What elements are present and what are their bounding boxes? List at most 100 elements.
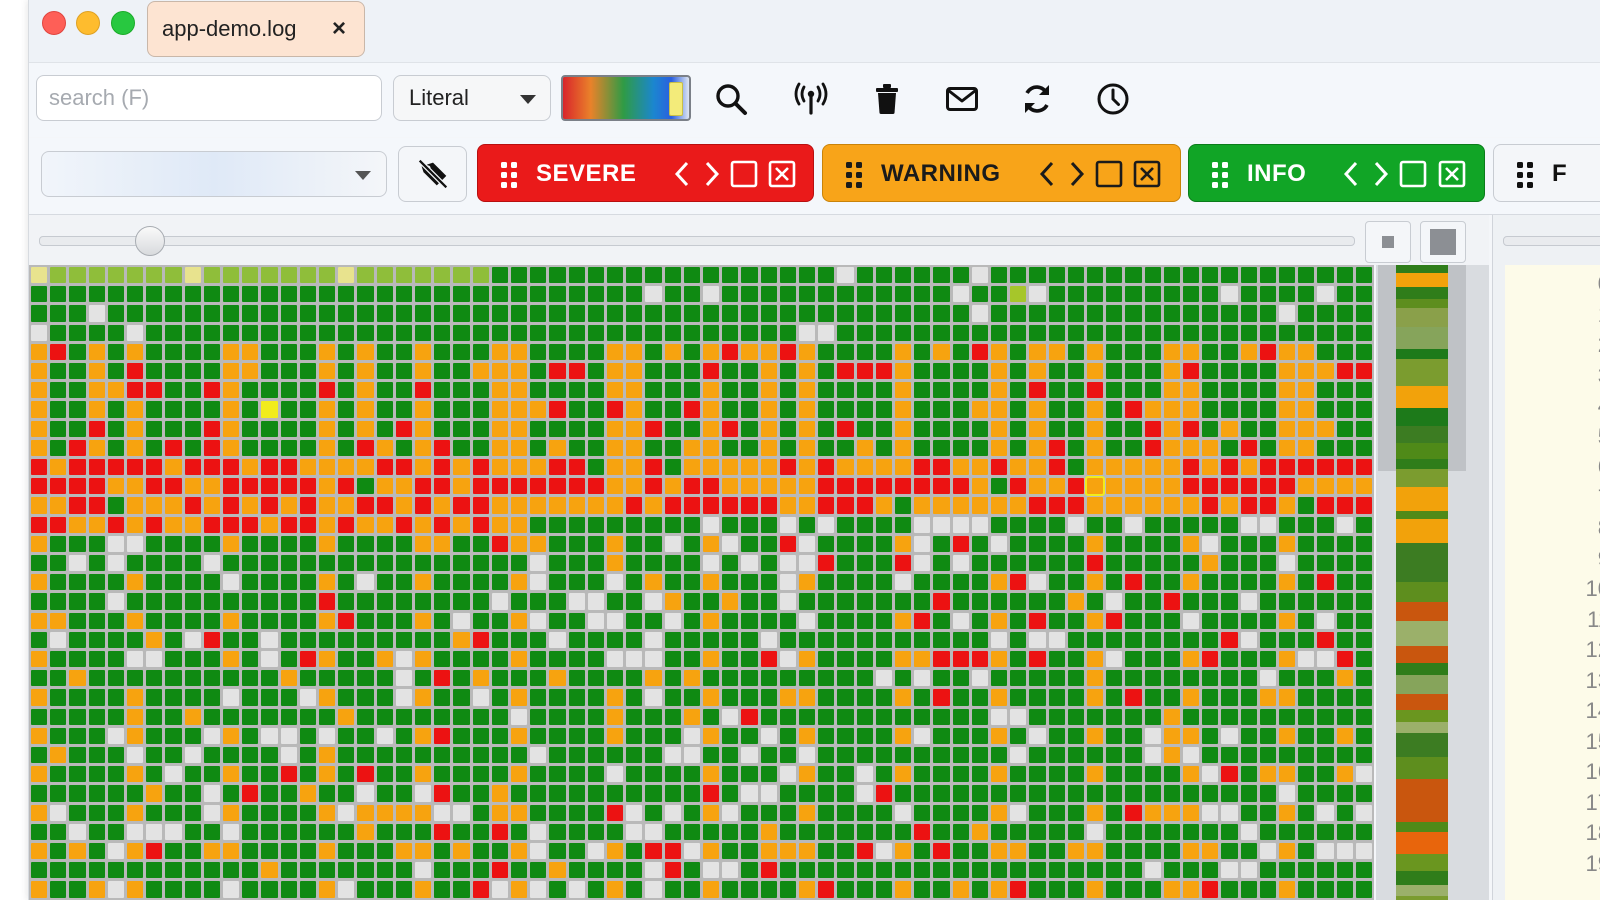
log-cell[interactable] — [856, 823, 873, 840]
log-cell[interactable] — [338, 612, 355, 629]
log-cell[interactable] — [799, 862, 816, 879]
log-cell[interactable] — [1048, 670, 1065, 687]
log-cell[interactable] — [991, 535, 1008, 552]
level-filter-info[interactable]: INFO — [1188, 144, 1485, 202]
log-cell[interactable] — [491, 804, 508, 821]
log-cell[interactable] — [549, 766, 566, 783]
log-cell[interactable] — [203, 516, 220, 533]
log-cell[interactable] — [1202, 459, 1219, 476]
log-cell[interactable] — [107, 651, 124, 668]
log-cell[interactable] — [991, 382, 1008, 399]
log-cell[interactable] — [223, 286, 240, 303]
log-cell[interactable] — [933, 766, 950, 783]
log-cell[interactable] — [530, 804, 547, 821]
log-cell[interactable] — [991, 881, 1008, 898]
log-cell[interactable] — [991, 420, 1008, 437]
log-cell[interactable] — [683, 708, 700, 725]
log-cell[interactable] — [703, 478, 720, 495]
log-cell[interactable] — [933, 747, 950, 764]
log-cell[interactable] — [88, 363, 105, 380]
log-cell[interactable] — [491, 420, 508, 437]
log-cell[interactable] — [69, 420, 86, 437]
log-cell[interactable] — [69, 708, 86, 725]
log-cell[interactable] — [1202, 555, 1219, 572]
log-cell[interactable] — [587, 459, 604, 476]
log-cell[interactable] — [472, 497, 489, 514]
log-cell[interactable] — [856, 420, 873, 437]
log-cell[interactable] — [50, 785, 67, 802]
log-cell[interactable] — [203, 881, 220, 898]
log-cell[interactable] — [69, 343, 86, 360]
log-cell[interactable] — [415, 459, 432, 476]
log-cell[interactable] — [127, 305, 144, 322]
log-cell[interactable] — [568, 766, 585, 783]
log-cell[interactable] — [415, 708, 432, 725]
log-cell[interactable] — [1087, 305, 1104, 322]
log-cell[interactable] — [895, 823, 912, 840]
log-cell[interactable] — [146, 631, 163, 648]
log-cell[interactable] — [511, 324, 528, 341]
log-cell[interactable] — [127, 747, 144, 764]
gradient-handle[interactable] — [669, 82, 683, 116]
log-cell[interactable] — [549, 823, 566, 840]
log-cell[interactable] — [837, 593, 854, 610]
log-cell[interactable] — [645, 727, 662, 744]
log-cell[interactable] — [568, 804, 585, 821]
log-cell[interactable] — [703, 555, 720, 572]
log-cell[interactable] — [895, 766, 912, 783]
log-cell[interactable] — [779, 881, 796, 898]
log-cell[interactable] — [530, 689, 547, 706]
log-cell[interactable] — [568, 651, 585, 668]
log-cell[interactable] — [722, 766, 739, 783]
log-cell[interactable] — [50, 459, 67, 476]
log-cell[interactable] — [146, 382, 163, 399]
log-cell[interactable] — [319, 439, 336, 456]
log-cell[interactable] — [146, 497, 163, 514]
log-cell[interactable] — [88, 612, 105, 629]
log-cell[interactable] — [280, 516, 297, 533]
log-cell[interactable] — [107, 631, 124, 648]
log-cell[interactable] — [971, 555, 988, 572]
log-cell[interactable] — [491, 382, 508, 399]
log-cell[interactable] — [434, 651, 451, 668]
log-cell[interactable] — [69, 785, 86, 802]
log-cell[interactable] — [223, 631, 240, 648]
log-cell[interactable] — [50, 670, 67, 687]
log-cell[interactable] — [88, 401, 105, 418]
log-cell[interactable] — [895, 843, 912, 860]
log-cell[interactable] — [875, 459, 892, 476]
log-cell[interactable] — [242, 516, 259, 533]
log-cell[interactable] — [837, 478, 854, 495]
log-cell[interactable] — [223, 343, 240, 360]
log-cell[interactable] — [779, 420, 796, 437]
log-cell[interactable] — [319, 535, 336, 552]
log-cell[interactable] — [1183, 267, 1200, 284]
log-cell[interactable] — [837, 670, 854, 687]
log-cell[interactable] — [914, 497, 931, 514]
severe-next-button[interactable] — [698, 160, 726, 188]
log-cell[interactable] — [1279, 267, 1296, 284]
log-cell[interactable] — [1125, 708, 1142, 725]
log-cell[interactable] — [741, 516, 758, 533]
log-cell[interactable] — [779, 516, 796, 533]
log-cell[interactable] — [760, 459, 777, 476]
log-cell[interactable] — [472, 727, 489, 744]
log-cell[interactable] — [1010, 612, 1027, 629]
log-cell[interactable] — [914, 343, 931, 360]
log-cell[interactable] — [741, 459, 758, 476]
log-cell[interactable] — [741, 497, 758, 514]
log-cell[interactable] — [1259, 459, 1276, 476]
log-cell[interactable] — [645, 459, 662, 476]
log-cell[interactable] — [875, 708, 892, 725]
log-cell[interactable] — [645, 689, 662, 706]
log-cell[interactable] — [549, 747, 566, 764]
log-cell[interactable] — [971, 382, 988, 399]
log-cell[interactable] — [1259, 555, 1276, 572]
log-cell[interactable] — [1298, 766, 1315, 783]
log-cell[interactable] — [818, 516, 835, 533]
log-cell[interactable] — [1298, 670, 1315, 687]
log-cell[interactable] — [895, 497, 912, 514]
log-cell[interactable] — [837, 382, 854, 399]
log-cell[interactable] — [242, 593, 259, 610]
log-cell[interactable] — [1029, 631, 1046, 648]
